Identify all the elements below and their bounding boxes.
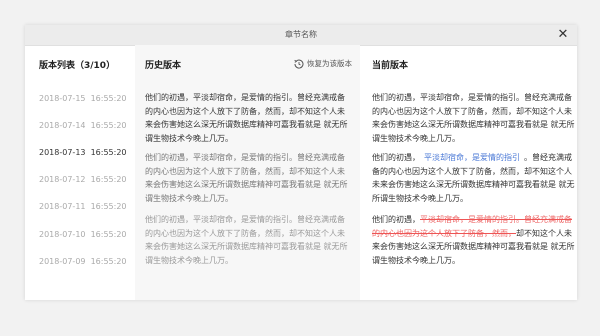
version-item[interactable]: 2018-07-15 16:55:20 bbox=[39, 94, 135, 103]
current-panel: 当前版本 他们的初遇，平淡却宿命，是爱情的指引。曾经充满戒备的内心也因为这个人放… bbox=[360, 45, 577, 300]
dialog-titlebar: 章节名称 ✕ bbox=[25, 25, 577, 46]
history-paragraph: 他们的初遇，平淡却宿命，是爱情的指引。曾经充满戒备的内心也因为这个人放下了防备，… bbox=[145, 153, 348, 203]
history-header: 历史版本 bbox=[145, 61, 182, 71]
version-list-header: 版本列表（3/10） bbox=[39, 61, 116, 71]
history-paragraph: 他们的初遇，平淡却宿命，是爱情的指引。曾经充满戒备的内心也因为这个人放下了防备，… bbox=[145, 93, 348, 143]
history-paragraph: 他们的初遇，平淡却宿命，是爱情的指引。曾经充满戒备的内心也因为这个人放下了防备，… bbox=[145, 215, 348, 265]
version-item[interactable]: 2018-07-12 16:55:20 bbox=[39, 175, 135, 184]
inserted-text: 平淡却宿命，是爱情的指引 bbox=[424, 153, 520, 162]
current-header: 当前版本 bbox=[372, 61, 409, 71]
current-paragraph: 他们的初遇，平淡却宿命，是爱情的指引。曾经充满戒备的内心也因为这个人放下了防备，… bbox=[372, 93, 575, 143]
current-paragraph-deleted: 他们的初遇，平淡却宿命，是爱情的指引。曾经充满戒备的内心也因为这个人放下了防备，… bbox=[372, 213, 577, 267]
history-panel: 历史版本 恢复为该版本 他们的初遇，平淡却宿命，是爱情的指引。曾经充满戒备的内心… bbox=[135, 45, 360, 300]
restore-button[interactable]: 恢复为该版本 bbox=[294, 58, 352, 69]
version-compare-dialog: 章节名称 ✕ 版本列表（3/10） 2018-07-15 16:55:20 20… bbox=[25, 25, 577, 300]
current-paragraph-inserted: 他们的初遇， 平淡却宿命，是爱情的指引 。曾经充满戒备的内心也因为这个人放下了防备，… bbox=[372, 151, 577, 205]
close-icon[interactable]: ✕ bbox=[555, 27, 571, 43]
text-segment: 他们的初遇， bbox=[372, 215, 420, 224]
dialog-title: 章节名称 bbox=[285, 30, 317, 39]
restore-label: 恢复为该版本 bbox=[307, 59, 352, 68]
history-icon bbox=[294, 59, 304, 69]
version-list: 版本列表（3/10） 2018-07-15 16:55:20 2018-07-1… bbox=[25, 45, 135, 300]
version-item[interactable]: 2018-07-11 16:55:20 bbox=[39, 202, 135, 211]
version-item[interactable]: 2018-07-09 16:55:20 bbox=[39, 257, 135, 266]
text-segment: 他们的初遇， bbox=[372, 153, 420, 162]
version-item-selected[interactable]: 2018-07-13 16:55:20 bbox=[39, 148, 135, 157]
version-item[interactable]: 2018-07-10 16:55:20 bbox=[39, 230, 135, 239]
version-item[interactable]: 2018-07-14 16:55:20 bbox=[39, 121, 135, 130]
